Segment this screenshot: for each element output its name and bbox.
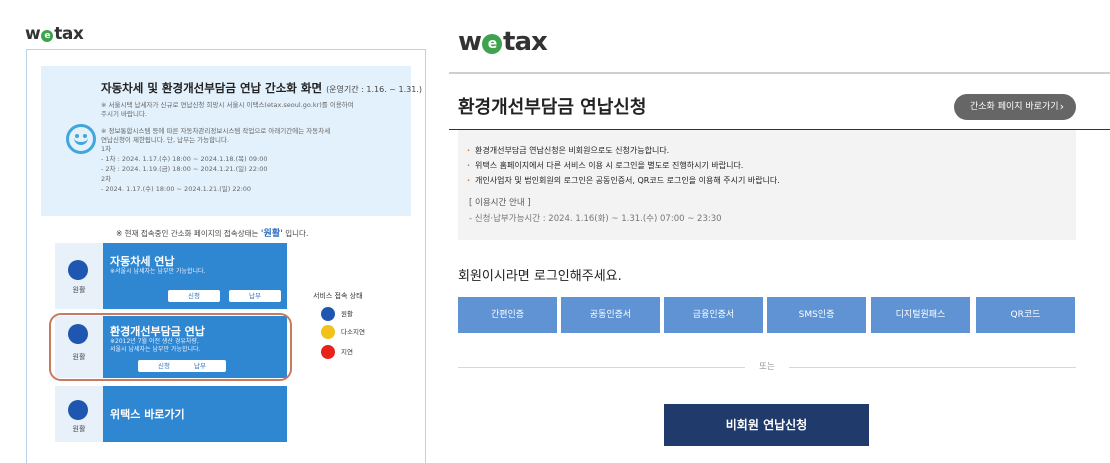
notice-line: ※ 서울시택 납세자가 신규로 연납신청 희망시 서울시 이택스(etax.se… [101, 101, 354, 109]
status-note-post: 입니다. [282, 229, 309, 238]
apply-button[interactable]: 신청 [168, 290, 220, 302]
chevron-right-icon: › [1059, 100, 1064, 113]
info-bullet: 환경개선부담금 연납신청은 비회원으로도 신청가능합니다. [467, 145, 669, 156]
notice-title-text: 자동차세 및 환경개선부담금 연납 간소화 화면 [101, 81, 323, 95]
simple-page-button-label: 간소화 페이지 바로가기 [970, 102, 1059, 112]
wetax-logo[interactable]: w e tax [458, 27, 548, 57]
status-note-value: '원활' [260, 229, 283, 239]
service-status-label: 원활 [72, 425, 86, 433]
service-status-label: 원활 [72, 286, 86, 294]
red-dot-icon [321, 345, 335, 359]
service-title: 자동차세 연납 [110, 255, 175, 268]
notice-line: 연납신청이 제한됩니다. 단, 납부는 가능합니다. [101, 136, 230, 144]
or-label: 또는 [745, 360, 789, 372]
legend-label: 원활 [341, 310, 353, 318]
financial-certificate-button[interactable]: 금융인증서 [664, 297, 763, 333]
status-dot-icon [68, 400, 88, 420]
pay-button[interactable]: 납부 [229, 290, 281, 302]
logo-text-w: w [458, 27, 482, 57]
screenshot-root: w e tax 자동차세 및 환경개선부담금 연납 간소화 화면 (운영기간 : 1… [0, 0, 1110, 463]
blue-dot-icon [321, 307, 335, 321]
usage-time-heading: [ 이용시간 안내 ] [469, 198, 531, 208]
notice-line: - 1차 : 2024. 1.17.(수) 18:00 ~ 2024.1.18.… [101, 155, 268, 163]
logo-text-tax: tax [503, 27, 548, 57]
legend-title: 서비스 접속 상태 [313, 292, 363, 300]
simple-page-button[interactable]: 간소화 페이지 바로가기 › [954, 94, 1076, 120]
notice-line: - 2차 : 2024. 1.19.(금) 18:00 ~ 2024.1.21.… [101, 165, 268, 173]
notice-title: 자동차세 및 환경개선부담금 연납 간소화 화면 (운영기간 : 1.16. ~… [101, 80, 422, 96]
notice-line: ※ 정보통합시스템 등에 따른 자동차관리정보시스템 작업으로 아래기간에는 자… [101, 127, 331, 135]
notice-line: - 2024. 1.17.(수) 18:00 ~ 2024.1.21.(일) 2… [101, 185, 252, 193]
service-card-wetax-shortcut[interactable]: 원활 위택스 바로가기 [55, 386, 287, 442]
notice-title-period: (운영기간 : 1.16. ~ 1.31.) [326, 85, 423, 94]
notice-line: 2차 [101, 175, 112, 183]
legend-label: 지연 [341, 348, 353, 356]
info-bullet: 개인사업자 및 법인회원의 로그인은 공동인증서, QR코드 로그인을 이용해 … [467, 175, 780, 186]
joint-certificate-button[interactable]: 공동인증서 [561, 297, 660, 333]
notice-line: 주시기 바랍니다. [101, 110, 147, 118]
simplified-page-panel: w e tax 자동차세 및 환경개선부담금 연납 간소화 화면 (운영기간 : 1… [0, 0, 440, 463]
smiley-icon [66, 124, 96, 154]
usage-time-value: - 신청·납부가능시간 : 2024. 1.16(화) ~ 1.31.(수) 0… [469, 214, 722, 224]
notice-line: 1차 [101, 145, 112, 153]
service-card-vehicle-tax: 원활 자동차세 연납 ※서울시 납세자는 납부만 가능합니다. 신청 납부 [55, 243, 287, 309]
page-title: 환경개선부담금 연납신청 [458, 97, 647, 118]
legend-item: 다소지연 [321, 325, 365, 339]
logo-text-w: w [25, 24, 41, 44]
logo-e-icon: e [41, 30, 54, 42]
login-prompt: 회원이시라면 로그인해주세요. [458, 269, 622, 284]
simple-auth-button[interactable]: 간편인증 [458, 297, 557, 333]
digital-onepass-button[interactable]: 디지털원패스 [871, 297, 970, 333]
sms-auth-button[interactable]: SMS인증 [767, 297, 866, 333]
logo-e-icon: e [482, 34, 503, 54]
legend-label: 다소지연 [341, 328, 365, 336]
status-dot-icon [68, 260, 88, 280]
wetax-logo-small[interactable]: w e tax [25, 24, 84, 44]
info-bullet: 위택스 홈페이지에서 다른 서비스 이용 시 로그인을 별도로 진행하시기 바랍… [467, 160, 743, 171]
header-divider [449, 72, 1110, 74]
nonmember-apply-button[interactable]: 비회원 연납신청 [664, 404, 869, 446]
qr-code-button[interactable]: QR코드 [976, 297, 1075, 333]
yellow-dot-icon [321, 325, 335, 339]
service-title: 위택스 바로가기 [110, 408, 185, 421]
auth-method-row: 간편인증 공동인증서 금융인증서 SMS인증 디지털원패스 QR코드 [458, 297, 1076, 333]
connection-status-note: ※ 현재 접속중인 간소화 페이지의 접속상태는 '원활' 입니다. [116, 226, 308, 239]
legend-item: 지연 [321, 345, 353, 359]
service-desc: ※서울시 납세자는 납부만 가능합니다. [110, 268, 206, 275]
logo-text-tax: tax [54, 24, 84, 44]
highlight-outline [49, 313, 292, 381]
legend-item: 원활 [321, 307, 353, 321]
status-note-pre: ※ 현재 접속중인 간소화 페이지의 접속상태는 [116, 229, 261, 238]
application-page-panel: wetax 환경개선부담금 연납신청 간소화 페이지 바로가기› 환경개선부담금… [449, 0, 1110, 463]
